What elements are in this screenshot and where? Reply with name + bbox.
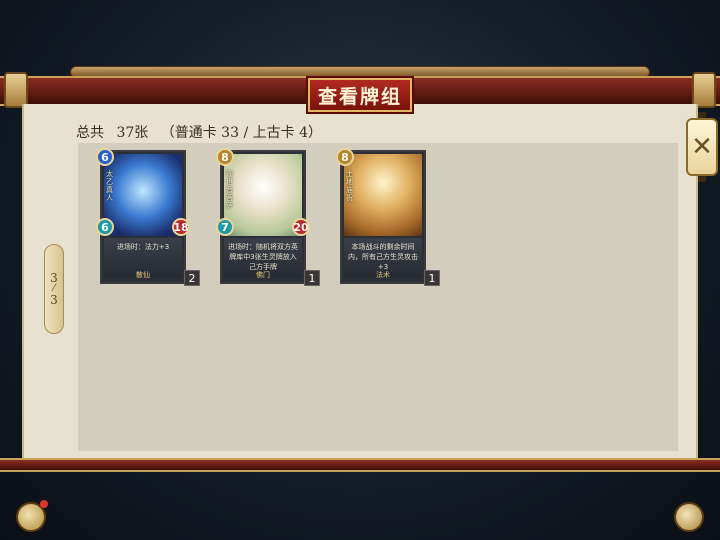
card-count: 2 [184,270,200,286]
page-separator: ⁄ [53,283,55,294]
card-breakdown: （普通卡 33 / 上古卡 4） [160,125,322,141]
card-count: 1 [424,270,440,286]
page-title: 查看牌组 [308,78,412,112]
card-name: 太乙真人 [106,170,113,202]
card-name: 观世音菩萨 [226,170,233,210]
card-guanyin[interactable]: 观世音菩萨 8 7 20 进场时：随机将双方英牌库中3张生灵牌放入己方手牌 佛门 [216,148,310,284]
card-cost: 6 [96,148,114,166]
card-cost: 8 [216,148,234,166]
page-total: 3 [50,293,58,307]
card-health: 18 [172,218,190,236]
card-type: 佛门 [256,271,270,279]
card-count: 1 [304,270,320,286]
card-attack: 7 [216,218,234,236]
close-button[interactable]: ✕ [686,112,718,182]
chat-icon[interactable] [16,500,48,532]
scroll-cap-left [4,72,28,108]
scroll-cap-right [692,72,716,108]
card-cost: 8 [336,148,354,166]
bag-icon[interactable] [674,502,704,532]
total-count: 37张 [116,125,149,141]
page-indicator[interactable]: 3 ⁄ 3 [44,244,64,334]
card-health: 20 [292,218,310,236]
deck-summary: 总共 37张 （普通卡 33 / 上古卡 4） [76,122,330,142]
card-attack: 6 [96,218,114,236]
scroll-bottom-frame [0,458,720,472]
card-taiyi[interactable]: 太乙真人 6 6 18 进场时：法力+3 散仙 [96,148,190,284]
close-icon: ✕ [691,132,713,162]
card-tudi[interactable]: 土地庙祝 8 本场战斗的剩余时间内，所有己方生灵攻击+3 法术 [336,148,426,284]
card-type: 散仙 [136,271,150,279]
card-type: 法术 [376,271,390,279]
total-label: 总共 [76,125,104,141]
card-name: 土地庙祝 [346,170,353,202]
